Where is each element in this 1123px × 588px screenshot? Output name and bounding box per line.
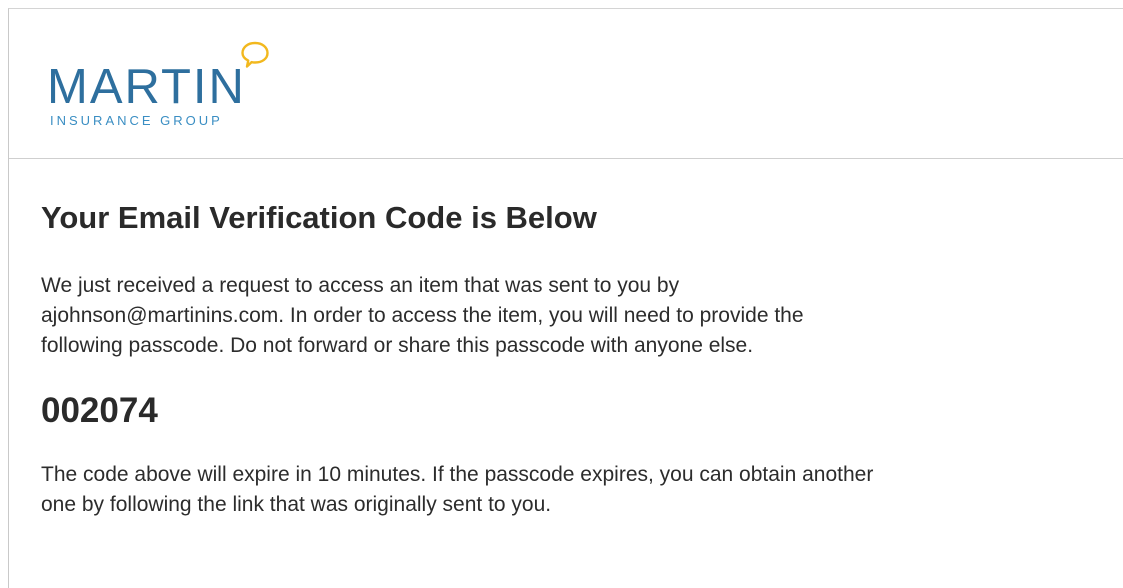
- expiry-line: The code above will expire in 10 minutes…: [41, 463, 874, 486]
- email-header: MARTIN INSURANCE GROUP: [9, 9, 1123, 159]
- company-logo: MARTIN INSURANCE GROUP: [47, 41, 317, 133]
- email-frame: MARTIN INSURANCE GROUP Your Email Verifi…: [8, 8, 1123, 588]
- logo-wordmark: MARTIN: [47, 60, 246, 114]
- logo-subtitle: INSURANCE GROUP: [50, 113, 223, 128]
- intro-line: We just received a request to access an …: [41, 274, 680, 297]
- intro-paragraph: We just received a request to access an …: [41, 271, 1111, 361]
- intro-line: ajohnson@martinins.com. In order to acce…: [41, 304, 804, 327]
- email-title: Your Email Verification Code is Below: [41, 200, 597, 235]
- expiry-line: one by following the link that was origi…: [41, 493, 552, 516]
- intro-line: following passcode. Do not forward or sh…: [41, 334, 754, 357]
- email-body: Your Email Verification Code is Below We…: [41, 199, 1111, 520]
- verification-code: 002074: [41, 391, 158, 430]
- expiry-paragraph: The code above will expire in 10 minutes…: [41, 460, 1111, 520]
